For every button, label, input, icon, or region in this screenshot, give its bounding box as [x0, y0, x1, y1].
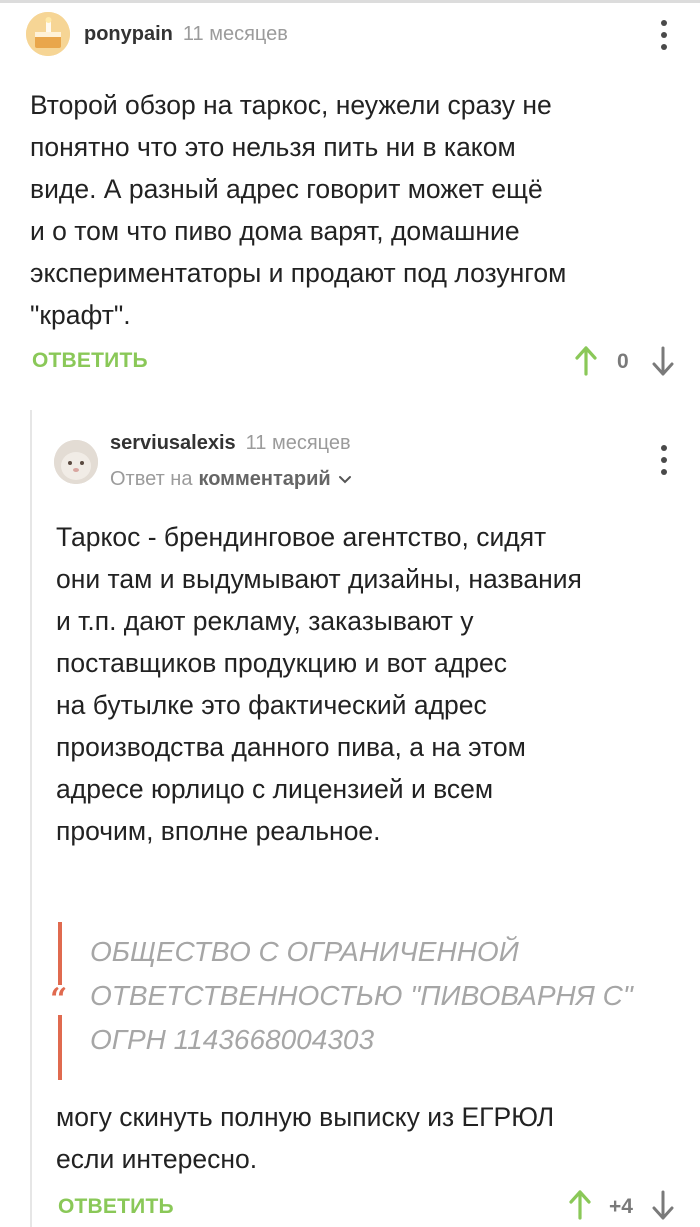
timestamp: 11 месяцев	[182, 22, 288, 45]
downvote-arrow-icon[interactable]	[651, 346, 675, 376]
more-options-icon[interactable]	[656, 445, 672, 475]
comment-header: ponypain 11 месяцев	[26, 4, 288, 64]
text-line: "крафт".	[30, 300, 131, 330]
text-line: на бутылке это фактический адрес	[56, 690, 487, 720]
reply-button[interactable]: ОТВЕТИТЬ	[58, 1195, 174, 1219]
chevron-down-icon[interactable]	[337, 474, 353, 486]
text-line: производства данного пива, а на этом	[56, 732, 526, 762]
text-line: и о том что пиво дома варят, домашние	[30, 216, 520, 246]
text-line: экспериментаторы и продают под лозунгом	[30, 258, 567, 288]
vote-score: +4	[609, 1195, 633, 1218]
thread-line	[30, 410, 32, 1227]
text-line: поставщиков продукцию и вот адрес	[56, 648, 507, 678]
top-divider	[0, 0, 700, 3]
text-line: они там и выдумывают дизайны, названия	[56, 564, 582, 594]
avatar[interactable]	[54, 440, 98, 484]
quote-line: ОГРН 1143668004303	[90, 1024, 375, 1055]
upvote-arrow-icon[interactable]	[574, 346, 598, 376]
comment-header: serviusalexis 11 месяцев	[110, 428, 351, 458]
quote-icon: “	[48, 982, 70, 1017]
username[interactable]: ponypain	[84, 23, 173, 46]
avatar[interactable]	[26, 12, 70, 56]
text-line: понятно что это нельзя пить ни в каком	[30, 132, 516, 162]
text-line: Таркос - брендинговое агентство, сидят	[56, 522, 547, 552]
more-options-icon[interactable]	[656, 20, 672, 50]
comment-text: Таркос - брендинговое агентство, сидят о…	[56, 516, 696, 852]
text-line: если интересно.	[56, 1144, 258, 1174]
downvote-arrow-icon[interactable]	[651, 1190, 675, 1220]
quote-line: ОБЩЕСТВО С ОГРАНИЧЕННОЙ	[90, 936, 519, 967]
text-line: могу скинуть полную выписку из ЕГРЮЛ	[56, 1102, 555, 1132]
quote-line: ОТВЕТСТВЕННОСТЬЮ "ПИВОВАРНЯ С"	[90, 980, 633, 1011]
avatar-cat-icon	[54, 440, 98, 484]
reply-reference-link[interactable]: комментарий	[198, 468, 330, 491]
reply-reference-prefix: Ответ на	[110, 468, 193, 490]
reply-button[interactable]: ОТВЕТИТЬ	[32, 349, 148, 373]
vote-score: 0	[617, 350, 629, 373]
avatar-cake-icon	[26, 12, 70, 56]
quote-block: ОБЩЕСТВО С ОГРАНИЧЕННОЙ ОТВЕТСТВЕННОСТЬЮ…	[90, 930, 690, 1062]
text-line: прочим, вполне реальное.	[56, 816, 381, 846]
text-line: и т.п. дают рекламу, заказывают у	[56, 606, 474, 636]
text-line: адресе юрлицо с лицензией и всем	[56, 774, 494, 804]
upvote-arrow-icon[interactable]	[568, 1190, 592, 1220]
timestamp: 11 месяцев	[245, 431, 351, 454]
text-line: Второй обзор на таркос, неужели сразу не	[30, 90, 552, 120]
text-line: виде. А разный адрес говорит может ещё	[30, 174, 543, 204]
comment-text: Второй обзор на таркос, неужели сразу не…	[30, 84, 690, 336]
comment-text-after-quote: могу скинуть полную выписку из ЕГРЮЛ есл…	[56, 1096, 696, 1180]
username[interactable]: serviusalexis	[110, 432, 236, 455]
reply-reference[interactable]: Ответ на комментарий	[110, 468, 353, 491]
